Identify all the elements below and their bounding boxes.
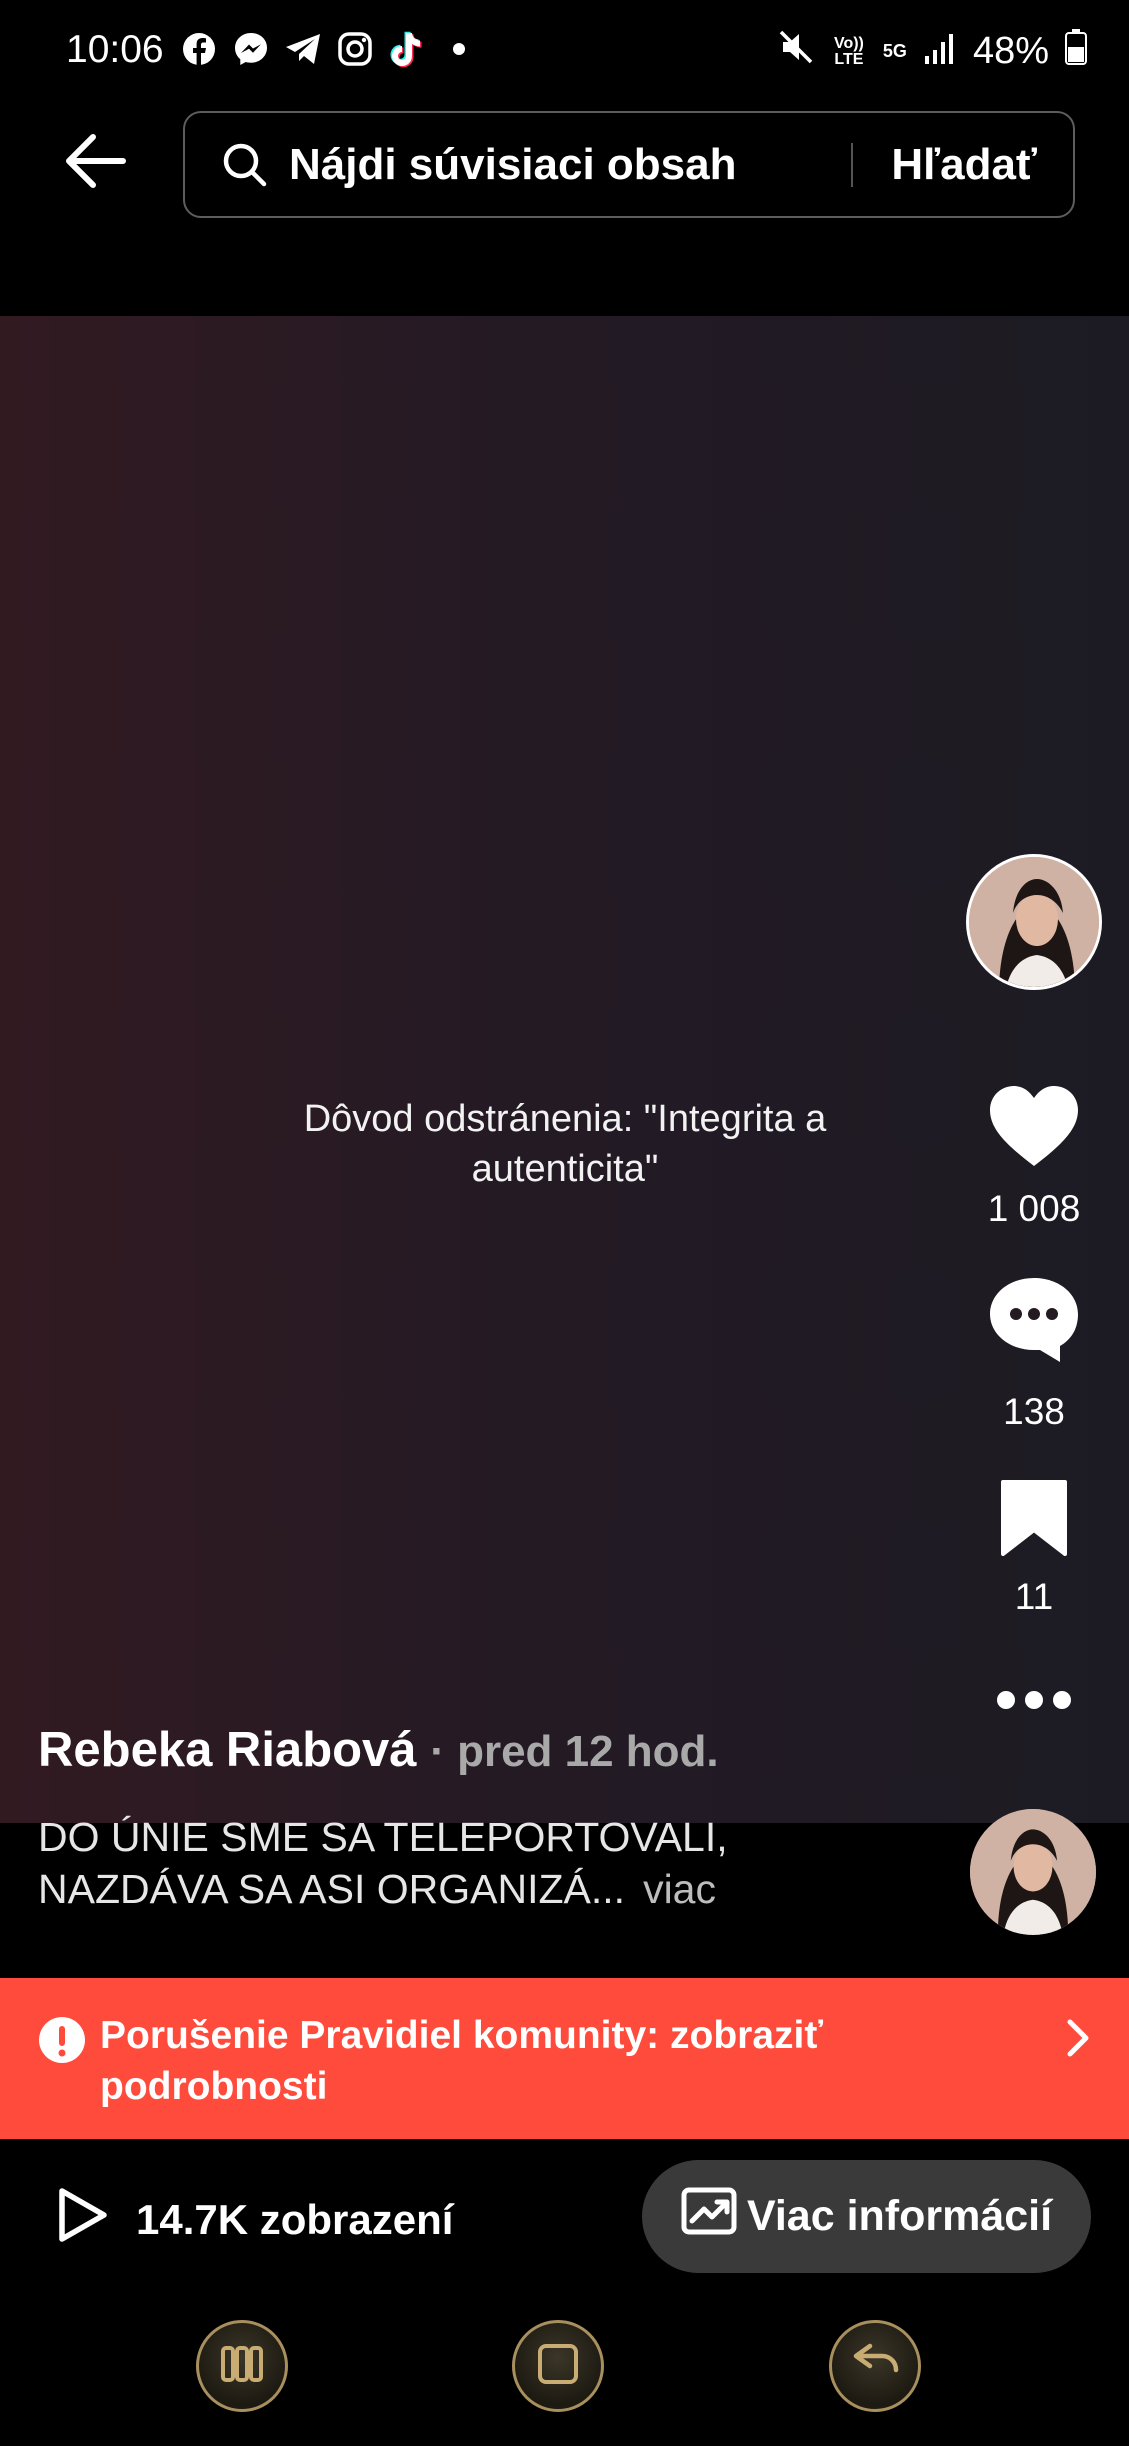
search-input[interactable]: Nájdi súvisiaci obsah <box>289 140 851 190</box>
search-bar[interactable]: Nájdi súvisiaci obsah Hľadať <box>183 111 1075 218</box>
like-count: 1 008 <box>987 1188 1081 1229</box>
status-time: 10:06 <box>66 28 164 71</box>
search-icon <box>221 141 269 189</box>
play-icon <box>56 2186 110 2254</box>
removal-reason-text: Dôvod odstránenia: "Integrita a autentic… <box>303 1098 827 1190</box>
arrow-left-icon <box>63 133 127 194</box>
comment-button[interactable] <box>968 1276 1100 1369</box>
battery-icon <box>1065 29 1087 74</box>
author-line: Rebeka Riabová · pred 12 hod. <box>38 1722 719 1778</box>
creator-avatar[interactable] <box>966 854 1102 990</box>
recents-icon <box>219 2344 265 2389</box>
status-app-icons <box>180 30 478 68</box>
caption: DO ÚNIE SME SA TELEPORTOVALI, NAZDÁVA SA… <box>38 1811 918 1915</box>
alert-icon <box>38 2016 86 2064</box>
back-button[interactable] <box>60 128 130 198</box>
messenger-icon <box>232 30 270 68</box>
5g-icon: 5G <box>882 41 907 61</box>
notification-dot-icon <box>440 30 478 68</box>
telegram-icon <box>284 30 322 68</box>
view-count: 14.7K zobrazení <box>56 2186 453 2254</box>
caption-text: DO ÚNIE SME SA TELEPORTOVALI, NAZDÁVA SA… <box>38 1814 728 1912</box>
caption-more-link[interactable]: viac <box>643 1866 716 1912</box>
mute-icon <box>777 28 815 75</box>
heart-icon <box>988 1084 1080 1173</box>
nav-recents-button[interactable] <box>196 2320 288 2412</box>
more-options-button[interactable] <box>968 1690 1100 1715</box>
instagram-icon <box>336 30 374 68</box>
nav-back-button[interactable] <box>829 2320 921 2412</box>
bookmark-count: 11 <box>1014 1576 1054 1617</box>
chevron-right-icon[interactable] <box>1060 2018 1096 2058</box>
more-info-label: Viac informácií <box>746 2192 1053 2240</box>
facebook-icon <box>180 30 218 68</box>
signal-icon <box>923 31 957 73</box>
more-horizontal-icon <box>996 1690 1072 1715</box>
view-count-text: 14.7K zobrazení <box>136 2196 454 2243</box>
nav-home-button[interactable] <box>512 2320 604 2412</box>
more-info-button[interactable]: Viac informácií <box>642 2160 1091 2273</box>
like-button[interactable] <box>968 1084 1100 1173</box>
avatar-portrait <box>970 1809 1096 1935</box>
bookmark-icon <box>999 1478 1069 1561</box>
home-square-icon <box>536 2342 580 2391</box>
status-system-icons: Vo)) LTE 5G 48% <box>777 28 1087 75</box>
bookmark-button[interactable] <box>968 1478 1100 1561</box>
battery-level: 48% <box>972 30 1049 72</box>
post-time: · pred 12 hod. <box>430 1727 719 1776</box>
violation-text[interactable]: Porušenie Pravidiel komunity: zobraziť p… <box>100 2010 960 2112</box>
tiktok-icon <box>388 30 426 68</box>
back-arrow-icon <box>850 2342 900 2391</box>
search-button[interactable]: Hľadať <box>853 140 1073 190</box>
author-name[interactable]: Rebeka Riabová <box>38 1723 417 1777</box>
comment-count: 138 <box>1003 1391 1065 1432</box>
sound-avatar[interactable] <box>970 1809 1096 1935</box>
video-player[interactable] <box>0 316 1129 1823</box>
analytics-icon <box>681 2187 737 2246</box>
avatar-portrait <box>969 857 1099 987</box>
volte-icon: Vo)) LTE <box>833 34 864 68</box>
comment-bubble-icon <box>988 1276 1080 1369</box>
